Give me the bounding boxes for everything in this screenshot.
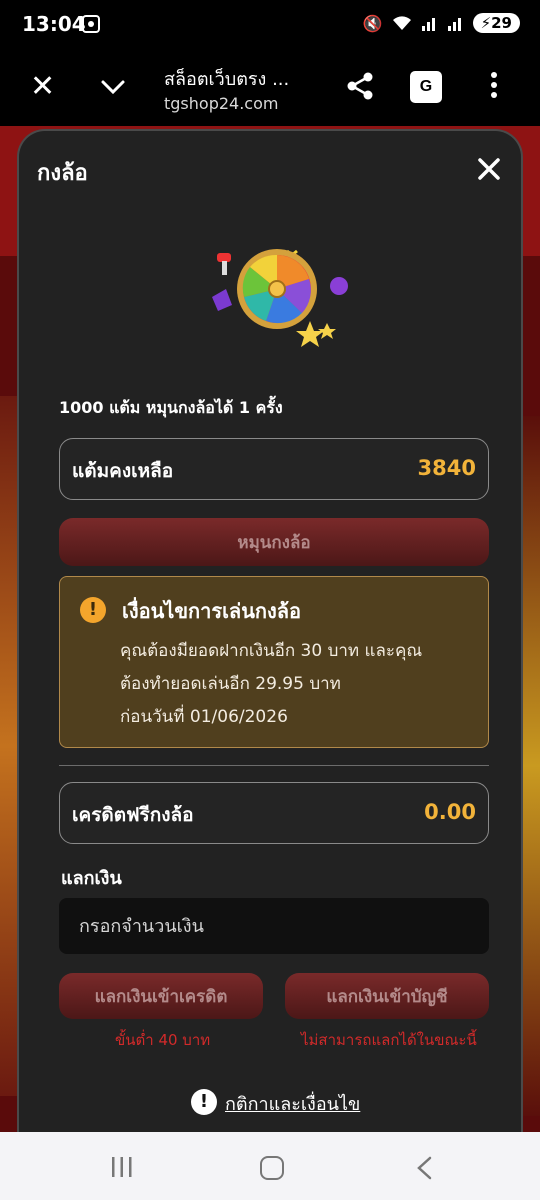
warning-icon: ! — [80, 597, 106, 623]
status-bar: 13:04 🔇 ⚡29 — [0, 0, 540, 52]
free-credit-label: เครดิตฟรีกงล้อ — [72, 804, 194, 826]
conditions-line: ต้องทำยอดเล่นอีก 29.95 บาท — [120, 674, 341, 694]
section-divider — [59, 765, 489, 766]
minimum-amount-note: ขั้นต่ำ 40 บาท — [115, 1031, 211, 1049]
exchange-to-credit-button[interactable]: แลกเงินเข้าเครดิต — [59, 973, 263, 1019]
close-icon[interactable] — [475, 155, 503, 183]
share-icon[interactable] — [344, 70, 376, 102]
signal-icon — [421, 18, 435, 31]
free-credit-value: 0.00 — [424, 800, 476, 824]
status-time: 13:04 — [22, 12, 86, 36]
free-credit-box: เครดิตฟรีกงล้อ 0.00 — [59, 782, 489, 844]
mute-icon: 🔇 — [362, 13, 383, 33]
exchange-to-account-button[interactable]: แลกเงินเข้าบัญชี — [285, 973, 489, 1019]
more-options-icon[interactable] — [482, 72, 506, 102]
battery-level: 29 — [491, 14, 512, 32]
signal-icon-2 — [447, 18, 461, 31]
wheel-conditions-box: ! เงื่อนไขการเล่นกงล้อ คุณต้องมียอดฝากเง… — [59, 576, 489, 748]
prize-wheel-icon — [212, 249, 348, 347]
modal-title: กงล้อ — [37, 161, 88, 186]
status-icons: 🔇 ⚡29 — [363, 13, 520, 33]
points-rule-text: 1000 แต้ม หมุนกงล้อได้ 1 ครั้ง — [59, 398, 283, 417]
recent-apps-icon[interactable] — [110, 1156, 134, 1178]
info-icon: ! — [191, 1089, 217, 1115]
spin-wheel-button[interactable]: หมุนกงล้อ — [59, 518, 489, 566]
page-url[interactable]: tgshop24.com — [164, 94, 278, 113]
screenshot-notification-icon — [82, 15, 100, 33]
page-title: สล็อตเว็บตรง ... — [164, 69, 290, 90]
points-balance-box: แต้มคงเหลือ 3840 — [59, 438, 489, 500]
unavailable-note: ไม่สามารถแลกได้ในขณะนี้ — [301, 1031, 477, 1049]
conditions-line: ก่อนวันที่ 01/06/2026 — [120, 707, 288, 727]
home-icon[interactable] — [260, 1156, 284, 1180]
conditions-title: เงื่อนไขการเล่นกงล้อ — [122, 599, 302, 623]
close-tab-icon[interactable]: ✕ — [30, 70, 55, 104]
amount-input[interactable] — [59, 898, 489, 954]
battery-indicator: ⚡29 — [472, 13, 520, 33]
translate-icon[interactable]: G — [410, 71, 442, 103]
wifi-icon — [392, 16, 411, 30]
terms-link[interactable]: กติกาและเงื่อนไข — [225, 1089, 360, 1118]
points-balance-label: แต้มคงเหลือ — [72, 460, 174, 482]
browser-toolbar: ✕ สล็อตเว็บตรง ... tgshop24.com G — [0, 52, 540, 126]
chevron-down-icon[interactable] — [100, 74, 126, 100]
exchange-label: แลกเงิน — [61, 868, 122, 889]
wheel-modal: กงล้อ 1000 แต้ม หมุนกงล้อได้ 1 ครั้ง แต้… — [17, 129, 523, 1132]
points-balance-value: 3840 — [417, 456, 476, 480]
conditions-line: คุณต้องมียอดฝากเงินอีก 30 บาท และคุณ — [120, 641, 423, 661]
back-icon[interactable] — [414, 1156, 434, 1180]
system-navigation-bar — [0, 1132, 540, 1200]
